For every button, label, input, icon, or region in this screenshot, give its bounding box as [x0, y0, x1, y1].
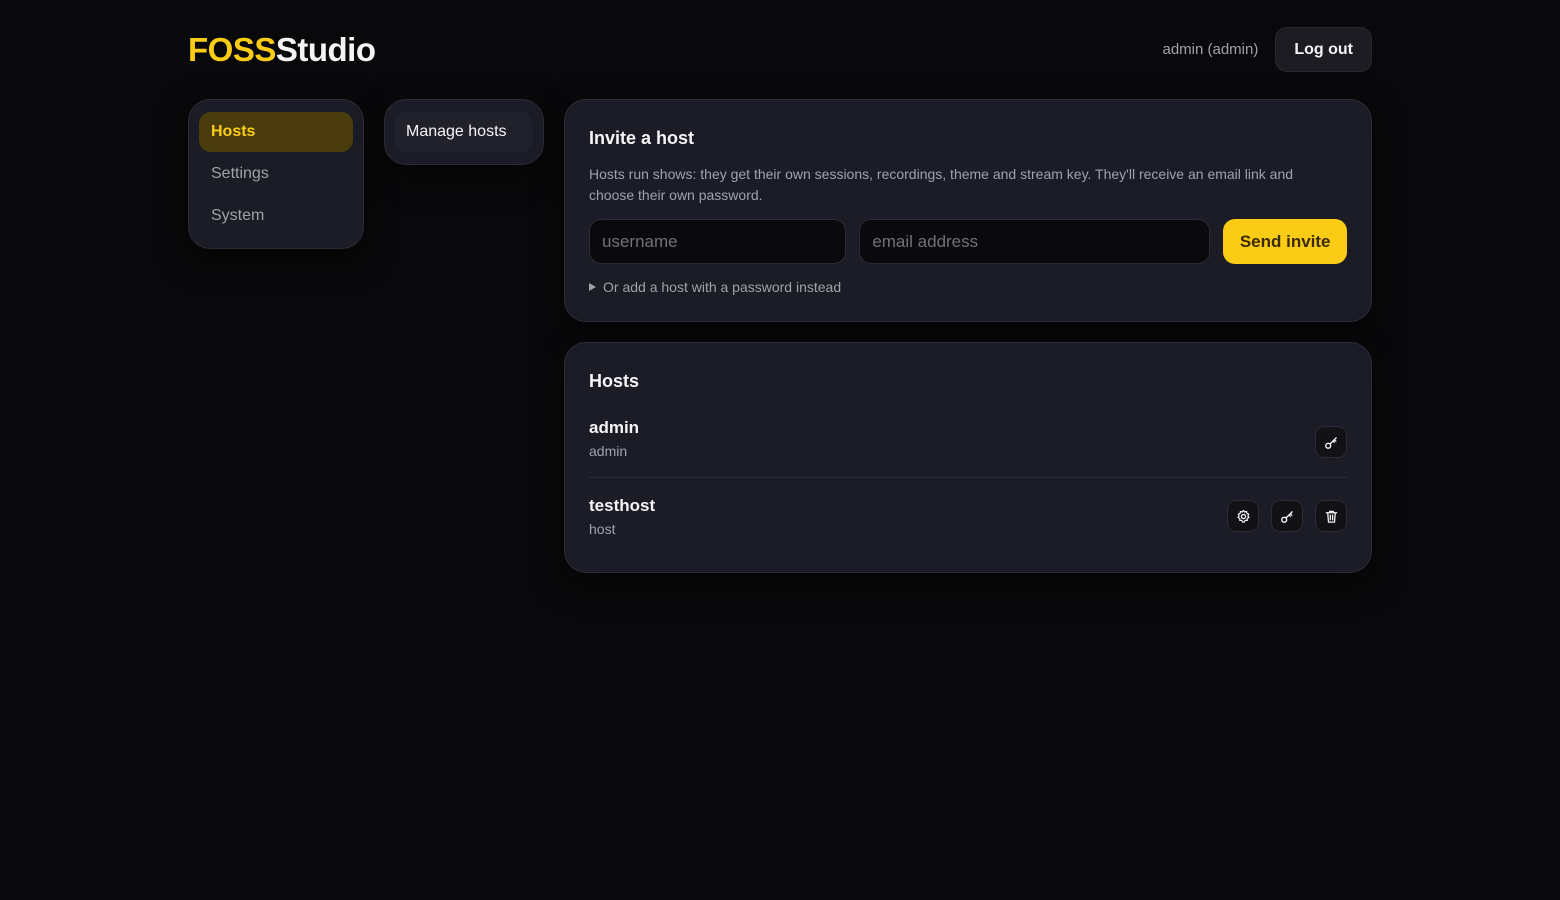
invite-title: Invite a host: [589, 128, 695, 148]
logo-rest: Studio: [275, 30, 376, 68]
username-input[interactable]: [589, 219, 847, 264]
hosts-title: Hosts: [589, 371, 640, 391]
key-icon: [1280, 510, 1293, 523]
host-list: admin admin testhost host: [589, 412, 1347, 549]
header-actions: admin (admin) Log out: [1162, 27, 1372, 72]
host-actions: [1227, 500, 1347, 532]
logo-accent: FOSS: [188, 30, 276, 68]
app-header: FOSSStudio admin (admin) Log out: [188, 27, 1372, 72]
invite-form: Send invite: [589, 219, 1347, 264]
password-option-toggle[interactable]: Or add a host with a password instead: [589, 279, 1347, 295]
subnav-item-manage-hosts[interactable]: Manage hosts: [395, 112, 533, 152]
key-icon: [1324, 436, 1337, 449]
host-actions: [1315, 412, 1347, 458]
reset-password-button[interactable]: [1315, 426, 1347, 458]
sub-nav: Manage hosts: [384, 99, 544, 165]
host-row-admin: admin admin: [589, 412, 1347, 478]
host-name: admin: [589, 418, 640, 437]
delete-host-button[interactable]: [1315, 500, 1347, 532]
reset-password-button[interactable]: [1271, 500, 1303, 532]
host-role: host: [589, 520, 616, 537]
gear-icon: [1236, 509, 1250, 523]
host-row-testhost: testhost host: [589, 478, 1347, 549]
sidebar-item-system[interactable]: System: [199, 196, 353, 236]
trash-icon: [1325, 510, 1337, 523]
host-settings-button[interactable]: [1227, 500, 1259, 532]
password-option-label: Or add a host with a password instead: [603, 279, 842, 295]
current-user-label: admin (admin): [1162, 41, 1259, 58]
sidebar-item-settings[interactable]: Settings: [199, 154, 353, 194]
invite-host-card: Invite a host Hosts run shows: they get …: [564, 99, 1372, 322]
email-input[interactable]: [859, 219, 1211, 264]
invite-description: Hosts run shows: they get their own sess…: [589, 166, 1294, 203]
send-invite-button[interactable]: Send invite: [1223, 219, 1347, 264]
sidebar-item-hosts[interactable]: Hosts: [199, 112, 353, 152]
app-logo[interactable]: FOSSStudio: [188, 31, 376, 69]
sidebar-nav: Hosts Settings System: [188, 99, 364, 249]
disclosure-triangle-icon: [589, 283, 596, 291]
hosts-card: Hosts admin admin testhost host: [564, 342, 1372, 573]
host-role: admin: [589, 443, 628, 459]
host-name: testhost: [589, 495, 656, 515]
logout-button[interactable]: Log out: [1275, 27, 1372, 72]
